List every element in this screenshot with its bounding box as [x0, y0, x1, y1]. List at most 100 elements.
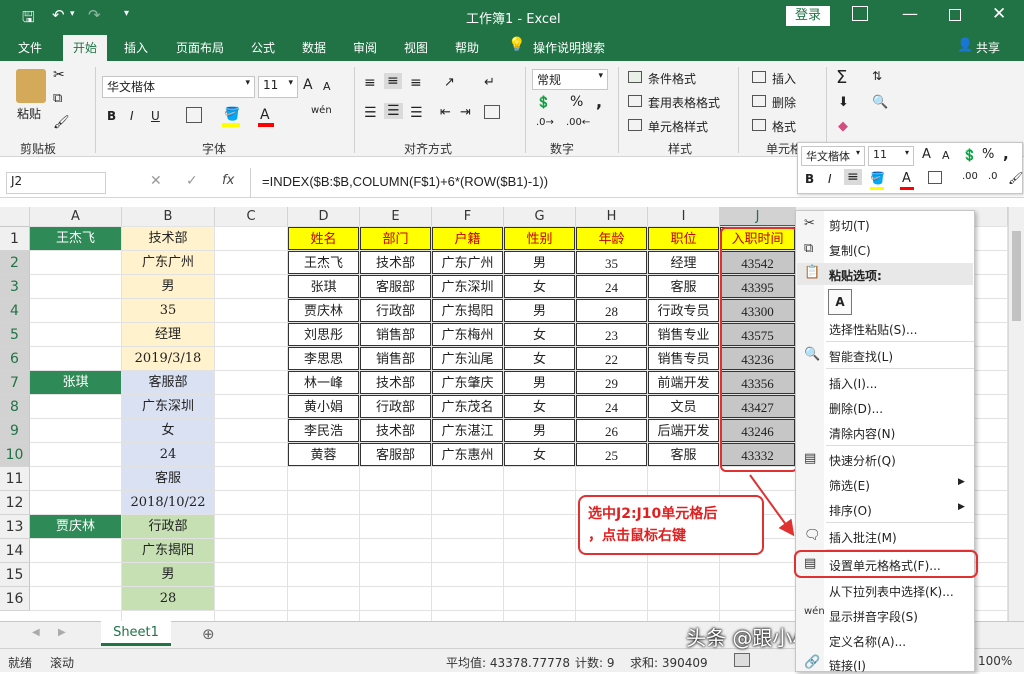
insert-cells-button[interactable]: 插入	[772, 70, 796, 87]
mini-font-select[interactable]: 华文楷体 ▾	[801, 146, 865, 166]
table-header-cell[interactable]: 职位	[648, 227, 719, 250]
decrease-decimal-icon[interactable]: .00←	[566, 117, 590, 128]
table-cell[interactable]: 行政部	[360, 299, 431, 322]
tab-view[interactable]: 视图	[404, 39, 428, 56]
cancel-icon[interactable]: ✕	[150, 173, 162, 189]
table-cell[interactable]: 文员	[648, 395, 719, 418]
table-cell[interactable]: 广东梅州	[432, 323, 503, 346]
table-cell[interactable]: 贾庆林	[288, 299, 359, 322]
table-header-cell[interactable]: 姓名	[288, 227, 359, 250]
menu-filter[interactable]: 筛选(E)	[829, 477, 870, 494]
row-header[interactable]: 16	[0, 587, 30, 611]
row-header[interactable]: 9	[0, 419, 30, 443]
cell-B[interactable]: 2019/3/18	[122, 347, 214, 370]
table-cell[interactable]: 28	[576, 299, 647, 322]
table-header-cell[interactable]: 户籍	[432, 227, 503, 250]
cell-B[interactable]: 客服部	[122, 371, 214, 394]
phonetic-icon[interactable]: wén	[311, 105, 332, 116]
minimize-icon[interactable]: —	[902, 4, 918, 23]
cell-A[interactable]	[30, 587, 121, 610]
merge-center-icon[interactable]	[484, 105, 500, 119]
menu-format-cells[interactable]: 设置单元格格式(F)...	[829, 557, 941, 574]
cell-A[interactable]: 贾庆林	[30, 515, 121, 538]
menu-sort[interactable]: 排序(O)	[829, 502, 872, 519]
row-header[interactable]: 11	[0, 467, 30, 491]
underline-button[interactable]: U	[151, 109, 160, 123]
column-header-J[interactable]: J	[720, 207, 796, 227]
align-right-icon[interactable]: ☰	[410, 105, 423, 121]
autosum-icon[interactable]: Σ	[836, 67, 847, 88]
row-header[interactable]: 7	[0, 371, 30, 395]
row-header[interactable]: 5	[0, 323, 30, 347]
table-cell[interactable]: 广东广州	[432, 251, 503, 274]
table-cell[interactable]: 广东揭阳	[432, 299, 503, 322]
align-top-icon[interactable]: ≡	[364, 75, 376, 91]
italic-button[interactable]: I	[130, 109, 134, 123]
orientation-icon[interactable]: ↗	[444, 75, 455, 90]
paste-icon[interactable]	[16, 69, 46, 103]
column-header-I[interactable]: I	[648, 207, 720, 227]
formula-input[interactable]: =INDEX($B:$B,COLUMN(F$1)+6*(ROW($B1)-1))	[262, 174, 548, 189]
table-cell[interactable]: 行政部	[360, 395, 431, 418]
table-cell[interactable]: 广东汕尾	[432, 347, 503, 370]
cell-B[interactable]: 男	[122, 563, 214, 586]
menu-clear-contents[interactable]: 清除内容(N)	[829, 425, 895, 442]
fill-color-icon[interactable]: 🪣	[224, 107, 240, 122]
table-cell[interactable]: 男	[504, 371, 575, 394]
table-cell[interactable]: 黄小娟	[288, 395, 359, 418]
table-cell[interactable]: 客服	[648, 275, 719, 298]
sort-filter-icon[interactable]: ⇅	[872, 69, 882, 83]
undo-icon[interactable]: ↶	[52, 6, 65, 24]
cell-A[interactable]	[30, 323, 121, 346]
table-cell[interactable]: 王杰飞	[288, 251, 359, 274]
row-header[interactable]: 15	[0, 563, 30, 587]
mini-bold-button[interactable]: B	[805, 172, 814, 186]
name-box[interactable]: J2	[6, 172, 106, 194]
vertical-scrollbar[interactable]	[1008, 207, 1024, 621]
table-cell[interactable]: 技术部	[360, 419, 431, 442]
cell-A[interactable]	[30, 395, 121, 418]
cell-A[interactable]	[30, 419, 121, 442]
cell-B[interactable]: 24	[122, 443, 214, 466]
align-left-icon[interactable]: ☰	[364, 105, 377, 121]
tab-review[interactable]: 审阅	[353, 39, 377, 56]
customize-toolbar-icon[interactable]: ▾	[124, 8, 129, 19]
table-cell[interactable]: 24	[576, 275, 647, 298]
table-cell[interactable]: 客服	[648, 443, 719, 466]
table-cell[interactable]: 李民浩	[288, 419, 359, 442]
mini-format-painter-icon[interactable]: 🖌	[1008, 171, 1023, 185]
save-icon[interactable]: 🖫	[22, 7, 35, 32]
font-size-select[interactable]: 11 ▾	[258, 76, 298, 98]
cell-A[interactable]	[30, 491, 121, 514]
align-bottom-icon[interactable]: ≡	[410, 75, 422, 91]
mini-comma-icon[interactable]: ,	[1003, 145, 1009, 163]
table-header-cell[interactable]: 部门	[360, 227, 431, 250]
format-painter-icon[interactable]: 🖌	[53, 115, 70, 130]
menu-paste-special[interactable]: 选择性粘贴(S)...	[829, 321, 917, 338]
cut-icon[interactable]: ✂	[53, 67, 65, 83]
comma-icon[interactable]: ,	[596, 92, 602, 111]
menu-quick-analysis[interactable]: 快速分析(Q)	[829, 452, 896, 469]
row-header[interactable]: 10	[0, 443, 30, 467]
column-header-F[interactable]: F	[432, 207, 504, 227]
zoom-level[interactable]: 100%	[978, 654, 1012, 668]
menu-link[interactable]: 链接(I)	[829, 657, 866, 674]
table-cell[interactable]: 销售部	[360, 323, 431, 346]
column-header-B[interactable]: B	[122, 207, 215, 227]
table-cell[interactable]: 客服部	[360, 275, 431, 298]
mini-size-select[interactable]: 11 ▾	[868, 146, 914, 166]
table-cell[interactable]: 女	[504, 323, 575, 346]
tab-formulas[interactable]: 公式	[251, 39, 275, 56]
table-cell[interactable]: 张琪	[288, 275, 359, 298]
tab-home[interactable]: 开始	[63, 35, 108, 61]
row-header[interactable]: 2	[0, 251, 30, 275]
align-middle-icon[interactable]: ≡	[384, 73, 402, 89]
table-cell[interactable]: 刘思彤	[288, 323, 359, 346]
table-cell[interactable]: 销售专业	[648, 323, 719, 346]
menu-define-name[interactable]: 定义名称(A)...	[829, 633, 906, 650]
table-cell[interactable]: 女	[504, 443, 575, 466]
menu-pick-from-list[interactable]: 从下拉列表中选择(K)...	[829, 583, 954, 600]
row-header[interactable]: 13	[0, 515, 30, 539]
table-cell[interactable]: 男	[504, 251, 575, 274]
mini-decrease-decimal-icon[interactable]: .00	[962, 171, 978, 182]
